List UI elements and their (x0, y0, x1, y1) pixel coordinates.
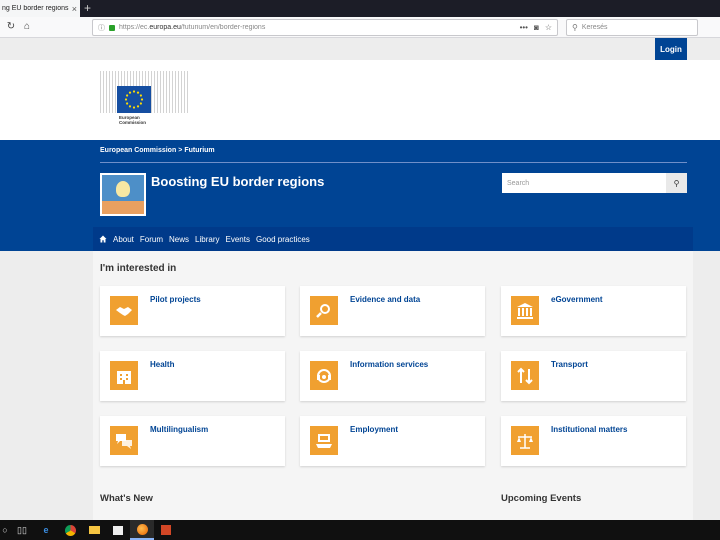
site-image (100, 173, 146, 216)
scales-icon (511, 426, 539, 455)
card-label: Health (150, 360, 175, 369)
tab-title: ng EU border regions | F (2, 5, 69, 12)
whats-new-heading: What's New (100, 493, 153, 504)
search-icon: ⚲ (673, 178, 680, 188)
interest-card-institutional-matters[interactable]: Institutional matters (501, 416, 686, 466)
top-utility-strip (0, 38, 720, 60)
bookmark-star-icon[interactable]: ☆ (545, 23, 552, 32)
interest-card-transport[interactable]: Transport (501, 351, 686, 401)
store-icon[interactable] (106, 520, 130, 540)
headset-icon (310, 361, 338, 390)
edge-icon[interactable]: e (34, 520, 58, 540)
menu-item-about[interactable]: About (113, 235, 134, 244)
site-search-input[interactable]: Search (502, 173, 666, 193)
file-explorer-icon[interactable] (82, 520, 106, 540)
speech-bubbles-icon (110, 426, 138, 455)
building-icon (511, 296, 539, 325)
task-view-icon[interactable]: ▯▯ (10, 520, 34, 540)
interests-heading: I'm interested in (100, 263, 177, 274)
main-menu: About Forum News Library Events Good pra… (93, 227, 693, 251)
pocket-icon[interactable]: ◙ (534, 23, 539, 32)
card-label: Multilingualism (150, 425, 209, 434)
handshake-icon (110, 296, 138, 325)
upcoming-events-heading: Upcoming Events (501, 493, 582, 504)
info-icon[interactable]: ⓘ (98, 23, 105, 33)
browser-navbar: ↻ ⌂ ⓘ https://ec.europa.eu/futurium/en/b… (0, 17, 720, 38)
browser-tabbar: ng EU border regions | F × + (0, 0, 720, 17)
interest-card-egovernment[interactable]: eGovernment (501, 286, 686, 336)
breadcrumb-separator: > (178, 147, 183, 154)
menu-item-good-practices[interactable]: Good practices (256, 235, 310, 244)
card-label: Employment (350, 425, 399, 434)
interest-card-health[interactable]: Health (100, 351, 285, 401)
url-text[interactable]: https://ec.europa.eu/futurium/en/border-… (119, 24, 520, 31)
menu-item-library[interactable]: Library (195, 235, 219, 244)
windows-taskbar: ○ ▯▯ e (0, 520, 720, 540)
card-label: Evidence and data (350, 295, 421, 304)
home-icon[interactable] (99, 235, 107, 243)
card-label: Transport (551, 360, 588, 369)
lock-icon (109, 24, 115, 31)
page-title: Boosting EU border regions (151, 174, 325, 189)
reload-icon[interactable]: ↻ (4, 20, 18, 34)
logo-text-line2: Commission (119, 120, 147, 125)
card-label: Information services (350, 360, 429, 369)
tab-close-icon[interactable]: × (69, 4, 80, 14)
interest-card-multilingualism[interactable]: Multilingualism (100, 416, 285, 466)
menu-item-news[interactable]: News (169, 235, 189, 244)
browser-tab[interactable]: ng EU border regions | F × (0, 0, 80, 17)
card-label: eGovernment (551, 295, 603, 304)
arrows-icon (511, 361, 539, 390)
interest-card-evidence-and-data[interactable]: Evidence and data (300, 286, 485, 336)
hospital-icon (110, 361, 138, 390)
browser-search-bar[interactable]: ⚲ Keresés (566, 19, 698, 36)
home-icon[interactable]: ⌂ (20, 20, 34, 34)
firefox-icon[interactable] (130, 520, 154, 540)
cortana-icon[interactable]: ○ (0, 520, 10, 540)
breadcrumb: European Commission > Futurium (100, 147, 215, 154)
breadcrumb-item-commission[interactable]: European Commission (100, 147, 176, 154)
site-search-button[interactable]: ⚲ (666, 173, 687, 193)
url-bar[interactable]: ⓘ https://ec.europa.eu/futurium/en/borde… (92, 19, 558, 36)
new-tab-button[interactable]: + (84, 1, 91, 15)
european-commission-logo[interactable]: European Commission (100, 71, 188, 133)
card-label: Institutional matters (551, 425, 628, 434)
search-icon: ⚲ (572, 23, 578, 32)
magnifier-icon (310, 296, 338, 325)
browser-search-placeholder: Keresés (581, 24, 608, 31)
interest-card-pilot-projects[interactable]: Pilot projects (100, 286, 285, 336)
eu-flag-icon (117, 86, 151, 113)
banner-divider (100, 162, 687, 163)
laptop-hand-icon (310, 426, 338, 455)
menu-item-forum[interactable]: Forum (140, 235, 163, 244)
breadcrumb-item-futurium[interactable]: Futurium (184, 147, 214, 154)
menu-item-events[interactable]: Events (226, 235, 250, 244)
presentation-app-icon[interactable] (154, 520, 178, 540)
login-button[interactable]: Login (655, 38, 687, 60)
card-label: Pilot projects (150, 295, 201, 304)
interest-card-employment[interactable]: Employment (300, 416, 485, 466)
lightbulb-icon (116, 181, 130, 197)
chrome-icon[interactable] (58, 520, 82, 540)
page-actions-icon[interactable]: ••• (520, 23, 528, 32)
interest-card-information-services[interactable]: Information services (300, 351, 485, 401)
